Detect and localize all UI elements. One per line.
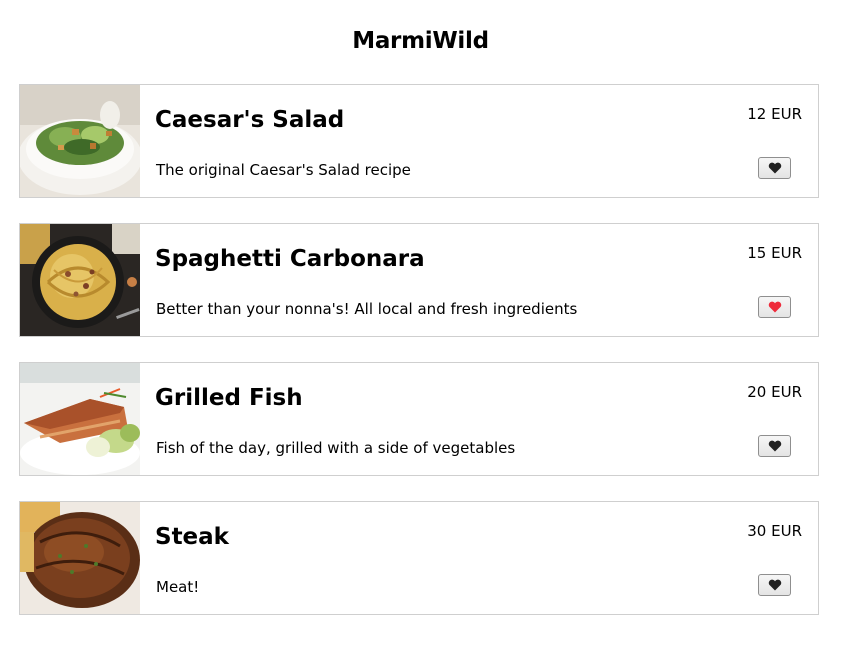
dish-description: Better than your nonna's! All local and … [156,300,578,318]
dish-description: The original Caesar's Salad recipe [156,161,411,179]
menu-card: Steak Meat! 30 EUR [19,501,819,615]
menu-card: Spaghetti Carbonara Better than your non… [19,223,819,337]
dish-image-steak [20,502,140,614]
menu-card: Caesar's Salad The original Caesar's Sal… [19,84,819,198]
dish-name: Caesar's Salad [155,107,345,133]
menu-card: Grilled Fish Fish of the day, grilled wi… [19,362,819,476]
dish-price: 15 EUR [747,244,802,262]
dish-price: 12 EUR [747,105,802,123]
dish-name: Steak [155,524,229,550]
dish-image-spaghetti [20,224,140,336]
heart-icon [768,579,781,591]
dish-description: Fish of the day, grilled with a side of … [156,439,516,457]
heart-icon [768,301,781,313]
favorite-button[interactable] [758,435,791,457]
dish-description: Meat! [156,578,200,596]
heart-icon [768,162,781,174]
dish-image-fish [20,363,140,475]
dish-image-salad [20,85,140,197]
favorite-button[interactable] [758,157,791,179]
favorite-button[interactable] [758,574,791,596]
menu-list: Caesar's Salad The original Caesar's Sal… [19,84,819,640]
dish-price: 30 EUR [747,522,802,540]
app-title: MarmiWild [352,28,489,54]
dish-price: 20 EUR [747,383,802,401]
heart-icon [768,440,781,452]
dish-name: Grilled Fish [155,385,303,411]
favorite-button[interactable] [758,296,791,318]
dish-name: Spaghetti Carbonara [155,246,425,272]
